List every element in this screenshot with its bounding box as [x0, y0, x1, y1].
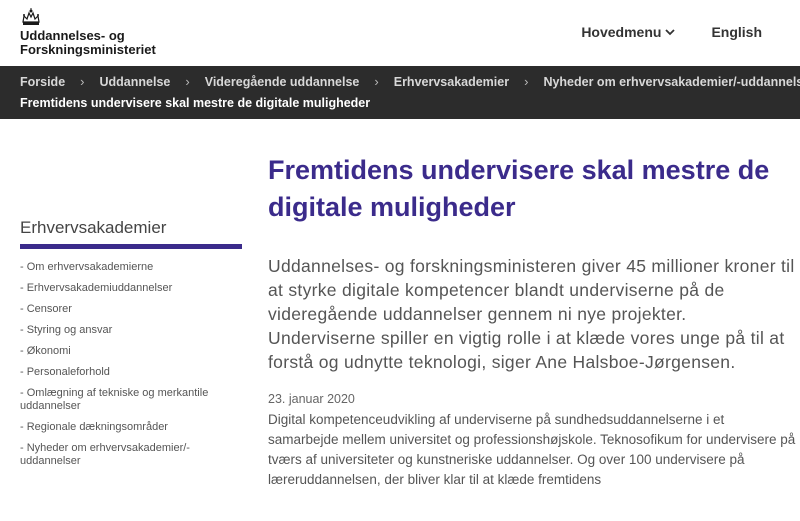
main-menu-label: Hovedmenu [581, 24, 662, 40]
article: Fremtidens undervisere skal mestre de di… [268, 152, 796, 490]
sidebar-item-personaleforhold[interactable]: - Personaleforhold [20, 366, 242, 379]
article-date: 23. januar 2020 [268, 392, 355, 406]
page-title: Fremtidens undervisere skal mestre de di… [268, 155, 770, 222]
sidebar-item-om-erhvervsakademierne[interactable]: - Om erhvervsakademierne [20, 261, 242, 274]
sidebar-item-censorer[interactable]: - Censorer [20, 303, 242, 316]
breadcrumb-item-forside[interactable]: Forside [20, 75, 65, 89]
language-link[interactable]: English [711, 24, 762, 40]
ministry-logo[interactable]: Uddannelses- og Forskningsministeriet [20, 8, 156, 57]
breadcrumb-separator: › [524, 74, 529, 89]
sidebar-item-oekonomi[interactable]: - Økonomi [20, 345, 242, 358]
site-header: Uddannelses- og Forskningsministeriet Ho… [0, 0, 800, 66]
sidebar-item-omlaegning[interactable]: - Omlægning af tekniske og merkantile ud… [20, 387, 242, 413]
sidebar-title[interactable]: Erhvervsakademier [20, 218, 242, 249]
breadcrumb-separator: › [80, 74, 85, 89]
breadcrumb-separator: › [374, 74, 379, 89]
sidebar: Erhvervsakademier - Om erhvervsakademier… [20, 218, 242, 476]
chevron-down-icon [665, 29, 676, 36]
breadcrumb-item-erhvervsakademier[interactable]: Erhvervsakademier [394, 75, 509, 89]
breadcrumb-item-videregaaende[interactable]: Videregående uddannelse [205, 75, 360, 89]
logo-line-1: Uddannelses- og [20, 28, 125, 43]
sidebar-item-styring[interactable]: - Styring og ansvar [20, 324, 242, 337]
logo-text: Uddannelses- og Forskningsministeriet [20, 29, 156, 57]
breadcrumb-trail: Forside › Uddannelse › Videregående udda… [20, 74, 800, 89]
sidebar-item-nyheder[interactable]: - Nyheder om erhvervsakademier/-uddannel… [20, 442, 242, 468]
logo-line-2: Forskningsministeriet [20, 42, 156, 57]
breadcrumb-separator: › [185, 74, 190, 89]
sidebar-item-erhvervsakademiuddannelser[interactable]: - Erhvervsakademiuddannelser [20, 282, 242, 295]
header-nav: Hovedmenu English [581, 24, 762, 40]
breadcrumb: Forside › Uddannelse › Videregående udda… [0, 66, 800, 119]
breadcrumb-item-nyheder[interactable]: Nyheder om erhvervsakademier/-uddannelse… [543, 75, 800, 89]
breadcrumb-current: Fremtidens undervisere skal mestre de di… [20, 96, 371, 110]
article-lead: Uddannelses- og forskningsministeren giv… [268, 256, 795, 372]
article-body: Digital kompetenceudvikling af undervise… [268, 412, 796, 487]
main-menu-button[interactable]: Hovedmenu [581, 24, 676, 40]
sidebar-list: - Om erhvervsakademierne - Erhvervsakade… [20, 261, 242, 468]
sidebar-item-regionale[interactable]: - Regionale dækningsområder [20, 421, 242, 434]
breadcrumb-item-uddannelse[interactable]: Uddannelse [100, 75, 171, 89]
